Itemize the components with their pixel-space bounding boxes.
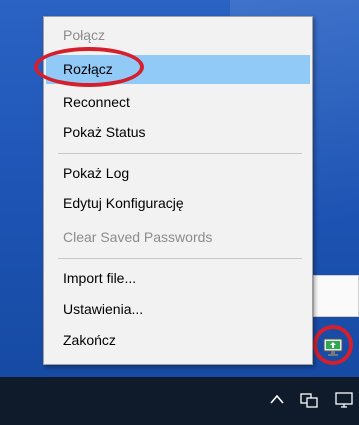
- menu-item-show-log[interactable]: Pokaż Log: [46, 159, 310, 188]
- menu-item-settings[interactable]: Ustawienia...: [46, 295, 310, 324]
- network-icon[interactable]: [299, 391, 319, 409]
- menu-item-reconnect[interactable]: Reconnect: [46, 88, 310, 117]
- tray-overflow-panel: [313, 275, 359, 317]
- annotation-circle-tray-icon: [313, 325, 353, 365]
- menu-item-disconnect[interactable]: Rozłącz: [46, 55, 310, 84]
- menu-item-exit[interactable]: Zakończ: [46, 326, 310, 355]
- menu-item-edit-config[interactable]: Edytuj Konfigurację: [46, 189, 310, 218]
- menu-item-clear-passwords: Clear Saved Passwords: [63, 229, 213, 245]
- chevron-up-icon[interactable]: [268, 392, 286, 406]
- menu-separator: [58, 258, 302, 259]
- menu-item-import-file[interactable]: Import file...: [46, 264, 310, 293]
- context-menu: Połącz Rozłącz Reconnect Pokaż Status Po…: [43, 16, 313, 365]
- menu-item-connect: Połącz: [63, 27, 106, 43]
- menu-item-show-status[interactable]: Pokaż Status: [46, 118, 310, 147]
- display-icon[interactable]: [334, 391, 354, 409]
- menu-separator: [58, 153, 302, 154]
